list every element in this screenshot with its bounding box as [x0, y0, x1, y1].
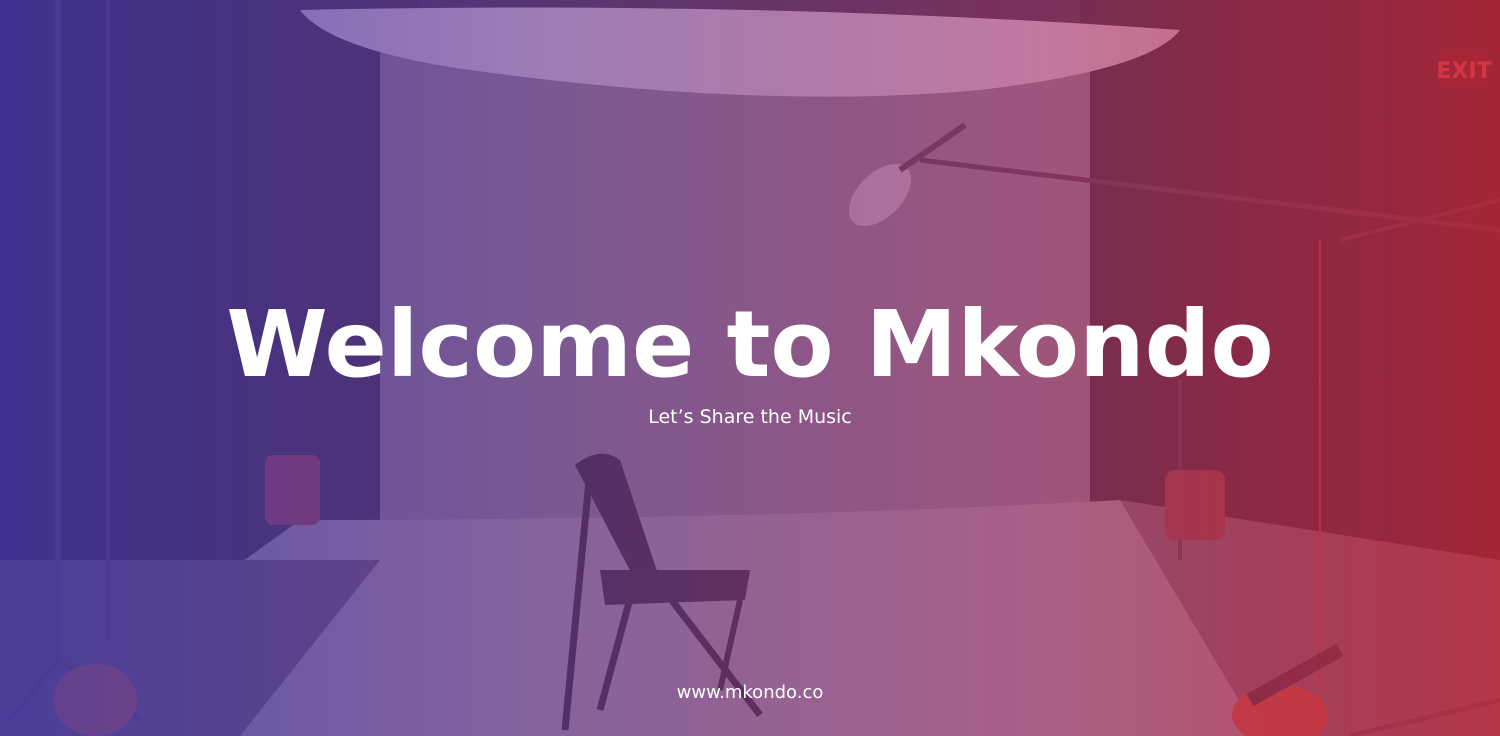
- hero-title: Welcome to Mkondo: [226, 291, 1274, 398]
- hero-banner: EXIT Welcome to Mkondo Let’s Share the M…: [0, 0, 1500, 736]
- hero-subtitle: Let’s Share the Music: [648, 406, 852, 428]
- exit-sign: EXIT: [1436, 59, 1491, 84]
- site-url-link[interactable]: www.mkondo.co: [0, 680, 1500, 706]
